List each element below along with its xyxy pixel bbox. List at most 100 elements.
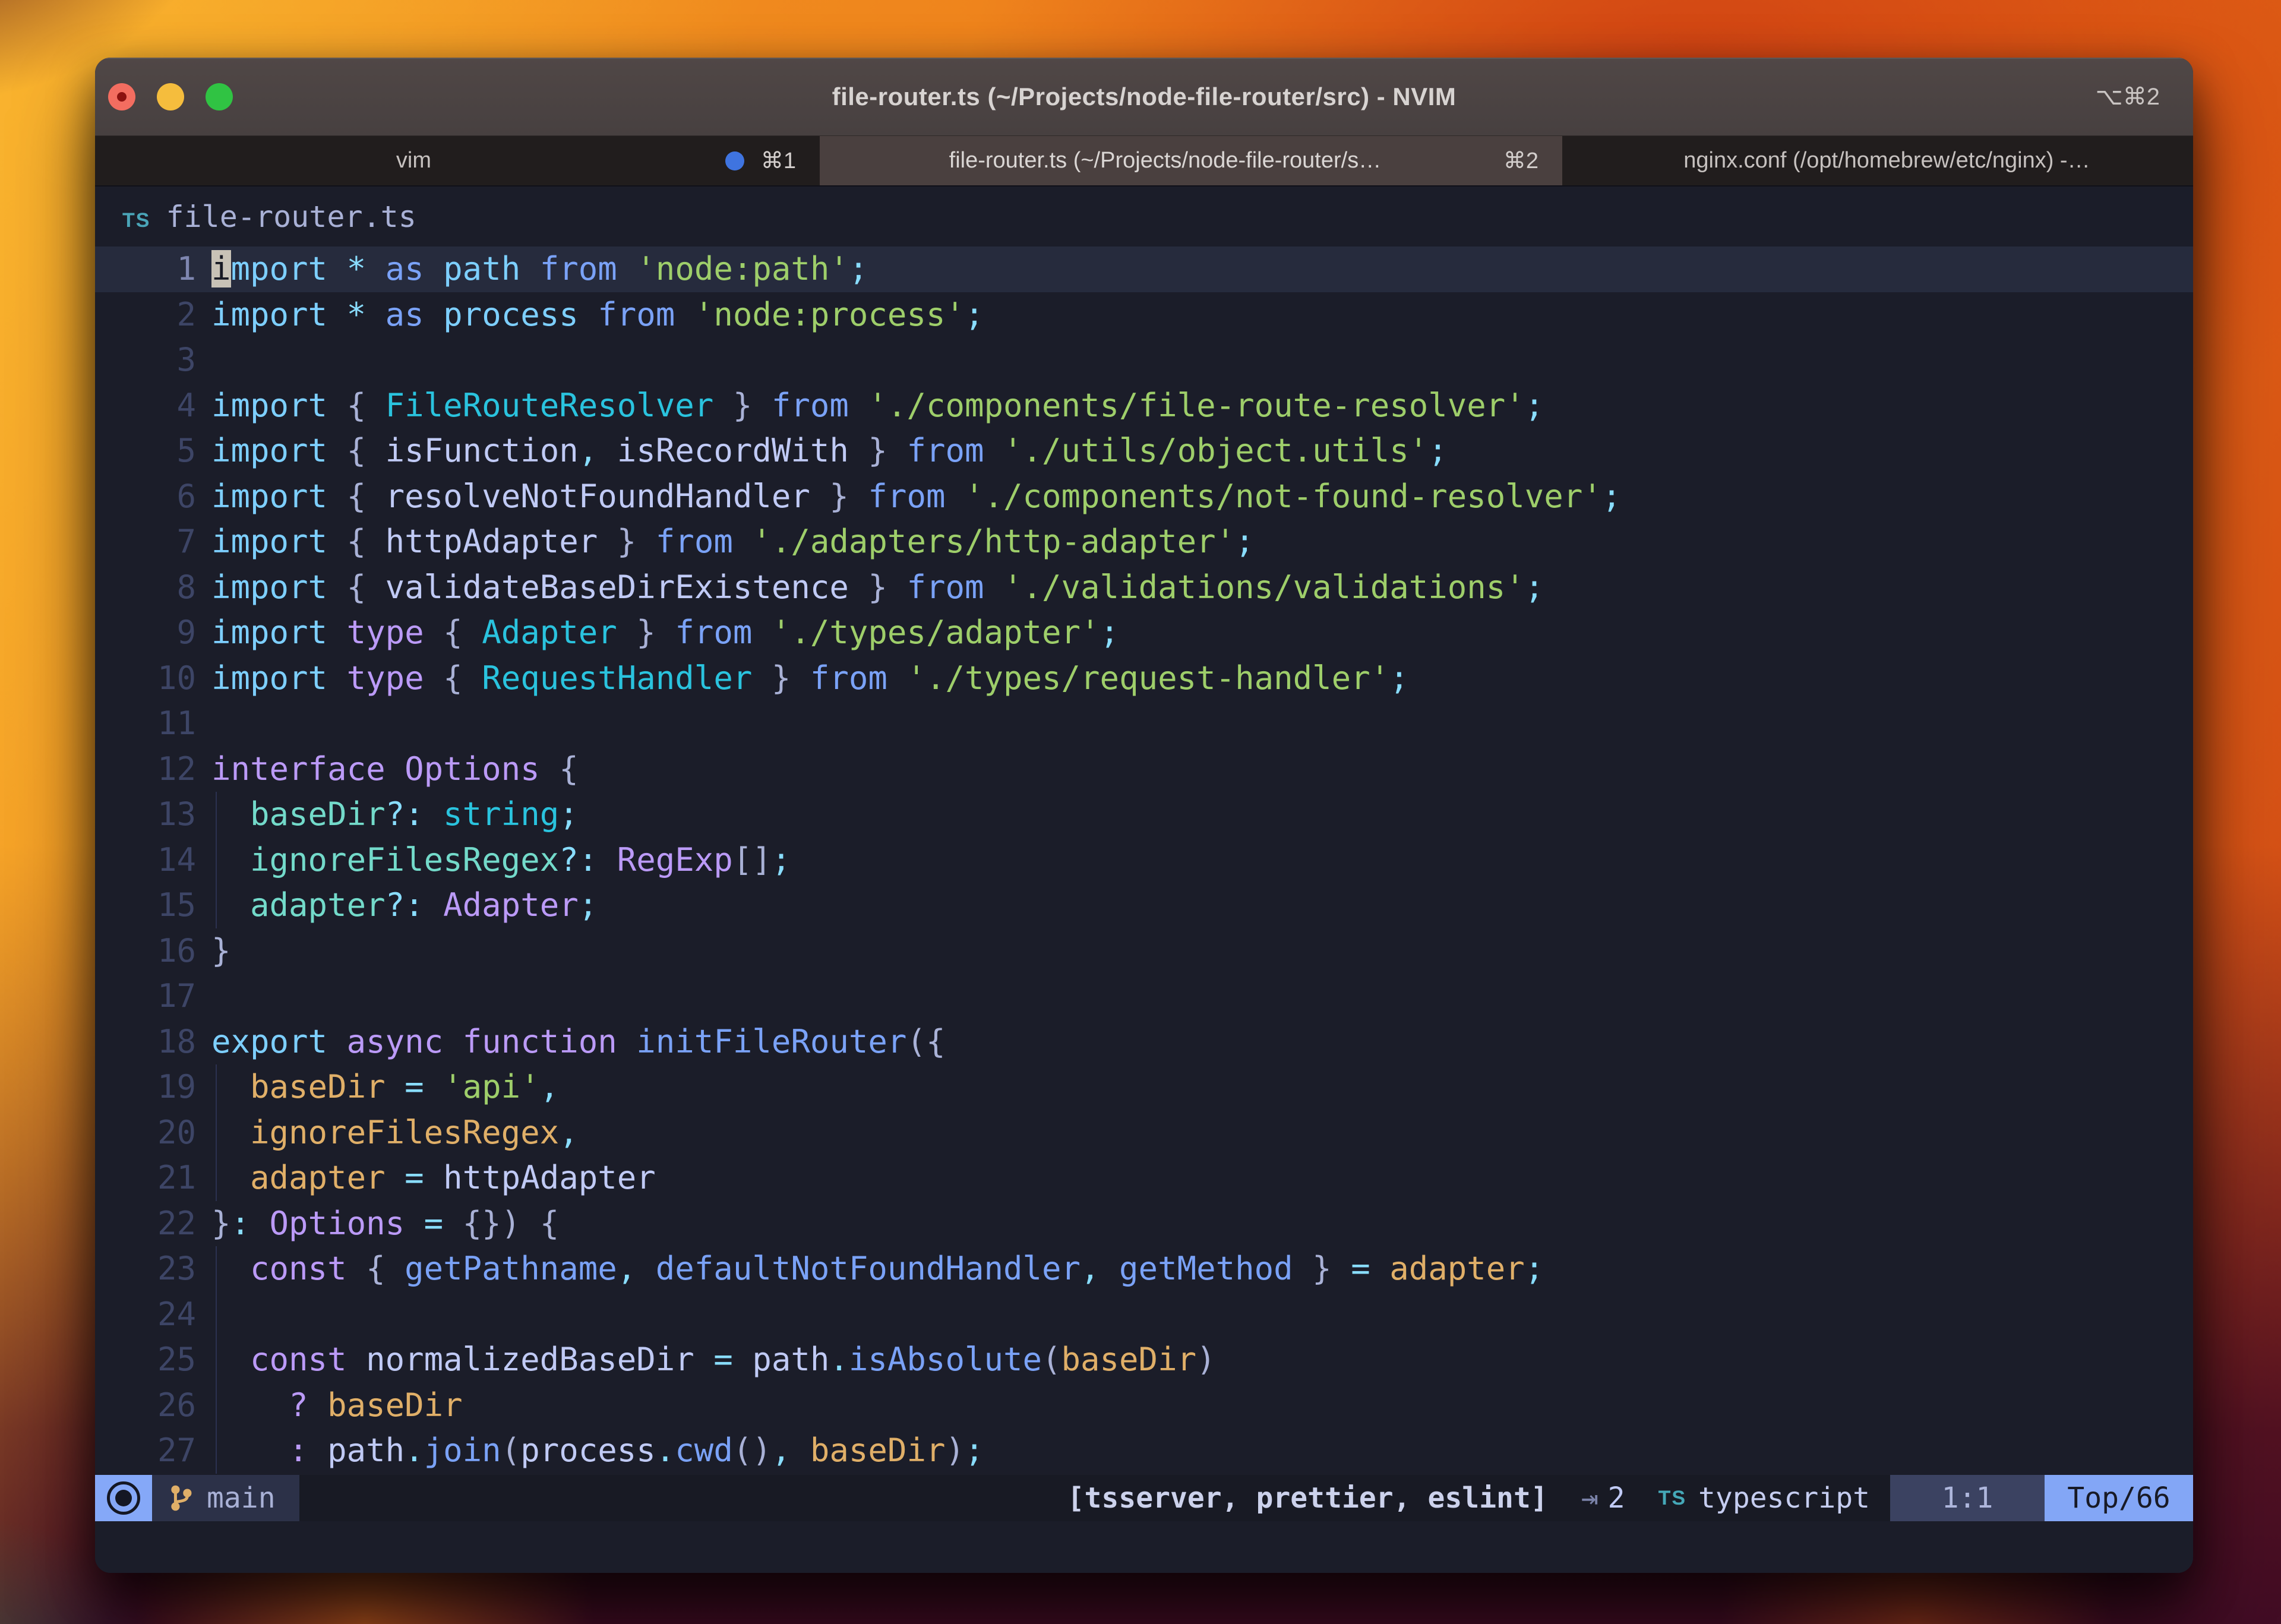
indent-guide [216, 1110, 217, 1156]
tab-activity-dot-icon [725, 151, 744, 170]
tab-3[interactable]: nginx.conf (/opt/homebrew/etc/nginx) -…⌘… [1562, 136, 2193, 185]
fullscreen-button-icon[interactable] [206, 83, 233, 110]
typescript-file-icon: TS [122, 209, 150, 232]
code-line[interactable]: 12interface Options { [95, 747, 2193, 792]
line-content: baseDir?: string; [211, 792, 579, 838]
code-line[interactable]: 2import * as process from 'node:process'… [95, 292, 2193, 338]
titlebar: file-router.ts (~/Projects/node-file-rou… [95, 58, 2193, 136]
line-number: 17 [95, 974, 196, 1019]
line-number: 18 [95, 1019, 196, 1065]
desktop: { "titlebar": { "title": "file-router.ts… [0, 0, 2281, 1624]
code-line[interactable]: 15 adapter?: Adapter; [95, 883, 2193, 928]
line-number: 3 [95, 337, 196, 383]
window-shortcut-hint: ⌥⌘2 [2096, 83, 2160, 110]
indent-guide [216, 1155, 217, 1201]
tab-shortcut: ⌘1 [761, 147, 796, 174]
code-line[interactable]: 22}: Options = {}) { [95, 1201, 2193, 1247]
line-number: 24 [95, 1292, 196, 1338]
line-content: } [211, 928, 231, 974]
line-number: 8 [95, 565, 196, 611]
tab-1[interactable]: vim ⌘1 [95, 136, 820, 185]
git-segment: main [152, 1475, 299, 1521]
scroll-position: Top/66 [2045, 1475, 2193, 1521]
code-line[interactable]: 21 adapter = httpAdapter [95, 1155, 2193, 1201]
line-content: adapter?: Adapter; [211, 883, 598, 928]
code-line[interactable]: 27 : path.join(process.cwd(), baseDir); [95, 1428, 2193, 1474]
line-number: 7 [95, 519, 196, 565]
line-number: 9 [95, 610, 196, 656]
line-number: 14 [95, 838, 196, 883]
code-line[interactable]: 16} [95, 928, 2193, 974]
statusline: main [tsserver, prettier, eslint] ⇥ 2 TS… [95, 1475, 2193, 1521]
code-line[interactable]: 3 [95, 337, 2193, 383]
git-branch-name: main [207, 1481, 276, 1515]
line-content: import type { RequestHandler } from './t… [211, 656, 1409, 702]
line-number: 26 [95, 1383, 196, 1429]
line-number: 4 [95, 383, 196, 429]
line-number: 6 [95, 474, 196, 520]
tab-label: vim [119, 148, 709, 173]
line-content: ignoreFilesRegex?: RegExp[]; [211, 838, 791, 883]
tab-bar: vim ⌘1 file-router.ts (~/Projects/node-fil… [95, 136, 2193, 187]
code-line[interactable]: 9import type { Adapter } from './types/a… [95, 610, 2193, 656]
minimize-button-icon[interactable] [157, 83, 184, 110]
line-content: baseDir = 'api', [211, 1064, 559, 1110]
indent-guide [216, 1064, 217, 1110]
line-number: 10 [95, 656, 196, 702]
filetype: TS typescript [1658, 1481, 1870, 1515]
line-content: const normalizedBaseDir = path.isAbsolut… [211, 1337, 1216, 1383]
window-title: file-router.ts (~/Projects/node-file-rou… [832, 83, 1457, 111]
code-line[interactable]: 26 ? baseDir [95, 1383, 2193, 1429]
indent-icon: ⇥ [1581, 1481, 1598, 1515]
code-line[interactable]: 1import * as path from 'node:path'; [95, 247, 2193, 292]
line-number: 16 [95, 928, 196, 974]
code-line[interactable]: 18 export async function initFileRouter({ [95, 1019, 2193, 1065]
line-content: ignoreFilesRegex, [211, 1110, 579, 1156]
git-branch-icon [168, 1484, 195, 1512]
line-content: import { validateBaseDirExistence } from… [211, 565, 1544, 611]
editor-pane[interactable]: TS file-router.ts 1import * as path from… [95, 187, 2193, 1573]
line-number: 21 [95, 1155, 196, 1201]
code-line[interactable]: 4 import { FileRouteResolver } from './co… [95, 383, 2193, 429]
line-number: 25 [95, 1337, 196, 1383]
code-line[interactable]: 11 [95, 701, 2193, 747]
line-content: import { FileRouteResolver } from './com… [211, 383, 1544, 429]
line-content: import { httpAdapter } from './adapters/… [211, 519, 1255, 565]
close-button-icon[interactable] [108, 83, 135, 110]
cursor-position: 1:1 [1890, 1475, 2045, 1521]
code-line[interactable]: 17 [95, 974, 2193, 1019]
code-line[interactable]: 24 [95, 1292, 2193, 1338]
code-line[interactable]: 23 const { getPathname, defaultNotFoundH… [95, 1246, 2193, 1292]
code-line[interactable]: 25 const normalizedBaseDir = path.isAbso… [95, 1337, 2193, 1383]
line-content: ? baseDir [211, 1383, 463, 1429]
line-number: 13 [95, 792, 196, 838]
filetype-name: typescript [1698, 1481, 1870, 1515]
tab-strip: vim ⌘1 file-router.ts (~/Projects/node-fil… [95, 136, 2193, 185]
line-content: import { isFunction, isRecordWith } from… [211, 428, 1448, 474]
code-line[interactable]: 5import { isFunction, isRecordWith } fro… [95, 428, 2193, 474]
winbar: TS file-router.ts [122, 200, 416, 234]
code-line[interactable]: 14 ignoreFilesRegex?: RegExp[]; [95, 838, 2193, 883]
code-line[interactable]: 20 ignoreFilesRegex, [95, 1110, 2193, 1156]
indent-width: ⇥ 2 [1581, 1481, 1625, 1515]
code-line[interactable]: 8 import { validateBaseDirExistence } fro… [95, 565, 2193, 611]
code-line[interactable]: 19 baseDir = 'api', [95, 1064, 2193, 1110]
indent-guide [216, 1292, 217, 1338]
line-content: export async function initFileRouter({ [211, 1019, 945, 1065]
code-line[interactable]: 7 import { httpAdapter } from './adapters… [95, 519, 2193, 565]
tab-2[interactable]: file-router.ts (~/Projects/node-file-rou… [820, 136, 1562, 185]
line-number: 2 [95, 292, 196, 338]
statusline-spacer [299, 1475, 1067, 1521]
code-line[interactable]: 10 import type { RequestHandler } from '.… [95, 656, 2193, 702]
line-content: import { resolveNotFoundHandler } from '… [211, 474, 1621, 520]
terminal-window: file-router.ts (~/Projects/node-file-rou… [95, 58, 2193, 1573]
tab-shortcut: ⌘2 [1503, 147, 1538, 174]
lsp-clients: [tsserver, prettier, eslint] [1067, 1481, 1548, 1515]
line-number: 12 [95, 747, 196, 792]
code-line[interactable]: 13 baseDir?: string; [95, 792, 2193, 838]
tab-label: file-router.ts (~/Projects/node-file-rou… [843, 148, 1487, 173]
window-controls [108, 58, 233, 135]
indent-guide [216, 1383, 217, 1429]
indent-guide [216, 1337, 217, 1383]
code-line[interactable]: 6 import { resolveNotFoundHandler } from … [95, 474, 2193, 520]
